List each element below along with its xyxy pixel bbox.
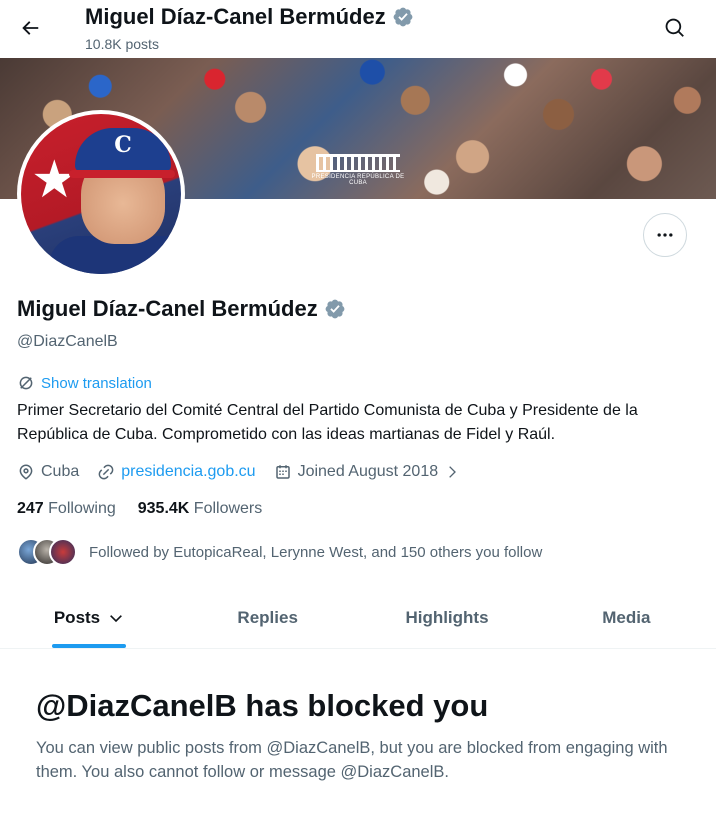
show-translation-label: Show translation (41, 374, 152, 392)
profile-meta: Cuba presidencia.gob.cu Joined August 20… (17, 460, 478, 484)
mutual-avatars (17, 538, 77, 566)
followed-by-text: Followed by EutopicaReal, Lerynne West, … (89, 543, 543, 561)
verified-badge-icon (393, 7, 413, 27)
tab-posts-label: Posts (53, 607, 101, 627)
verified-badge-icon[interactable] (324, 298, 346, 320)
following-link[interactable]: 247 Following (17, 500, 116, 518)
post-count: 10.8K posts (85, 36, 159, 52)
followed-by[interactable]: Followed by EutopicaReal, Lerynne West, … (17, 537, 542, 567)
more-icon (657, 233, 673, 237)
following-label: Following (48, 500, 116, 517)
followers-count: 935.4K (137, 500, 190, 517)
search-icon (665, 18, 684, 37)
avatar (49, 538, 77, 566)
blocked-title: @DiazCanelB has blocked you (36, 688, 489, 723)
following-count: 247 (17, 500, 44, 517)
location-text: Cuba (41, 463, 80, 480)
tab-media[interactable]: Media (537, 587, 716, 648)
joined-item[interactable]: Joined August 2018 (274, 463, 461, 481)
arrow-left-icon (22, 21, 39, 35)
search-button[interactable] (655, 8, 695, 48)
tab-posts[interactable]: Posts (0, 587, 178, 648)
chevron-down-icon (110, 614, 123, 622)
blocked-description: You can view public posts from @DiazCane… (36, 739, 668, 781)
tab-highlights[interactable]: Highlights (357, 587, 536, 648)
profile-tabs: Posts Replies Highlights Media (0, 587, 716, 649)
tab-replies-label: Replies (237, 607, 298, 627)
banner-logo: PRESIDENCIA REPÚBLICA DE CUBA (308, 154, 408, 186)
followers-label: Followers (193, 500, 263, 517)
tab-highlights-label: Highlights (405, 607, 489, 627)
back-button[interactable] (10, 8, 50, 48)
header-title: Miguel Díaz-Canel Bermúdez (85, 4, 414, 30)
website-link[interactable]: presidencia.gob.cu (121, 463, 255, 481)
calendar-icon (275, 465, 290, 479)
location-item: Cuba (17, 463, 79, 481)
profile-bio: Primer Secretario del Comité Central del… (17, 402, 638, 443)
translate-icon (19, 376, 33, 390)
banner-logo-text: PRESIDENCIA REPÚBLICA DE CUBA (311, 174, 405, 186)
profile-avatar[interactable]: ★ C (17, 110, 185, 278)
link-icon (98, 464, 114, 480)
header-name: Miguel Díaz-Canel Bermúdez (85, 4, 386, 29)
location-pin-icon (19, 464, 33, 480)
active-tab-indicator (52, 644, 126, 648)
show-translation-link[interactable]: Show translation (17, 374, 152, 392)
top-bar: Miguel Díaz-Canel Bermúdez 10.8K posts (0, 0, 716, 58)
joined-text: Joined August 2018 (297, 463, 439, 480)
flag-star-decoration: ★ (31, 151, 78, 209)
followers-link[interactable]: 935.4K Followers (138, 500, 263, 518)
tab-media-label: Media (602, 607, 651, 627)
more-options-button[interactable] (643, 213, 687, 257)
profile-name-text: Miguel Díaz-Canel Bermúdez (17, 296, 318, 321)
chevron-right-icon (449, 466, 457, 478)
follow-stats: 247 Following 935.4K Followers (17, 500, 284, 518)
tab-replies[interactable]: Replies (178, 587, 357, 648)
website-item[interactable]: presidencia.gob.cu (97, 463, 256, 481)
profile-name: Miguel Díaz-Canel Bermúdez (17, 296, 346, 322)
profile-handle: @DiazCanelB (17, 333, 118, 350)
avatar-image: ★ C (21, 114, 181, 274)
